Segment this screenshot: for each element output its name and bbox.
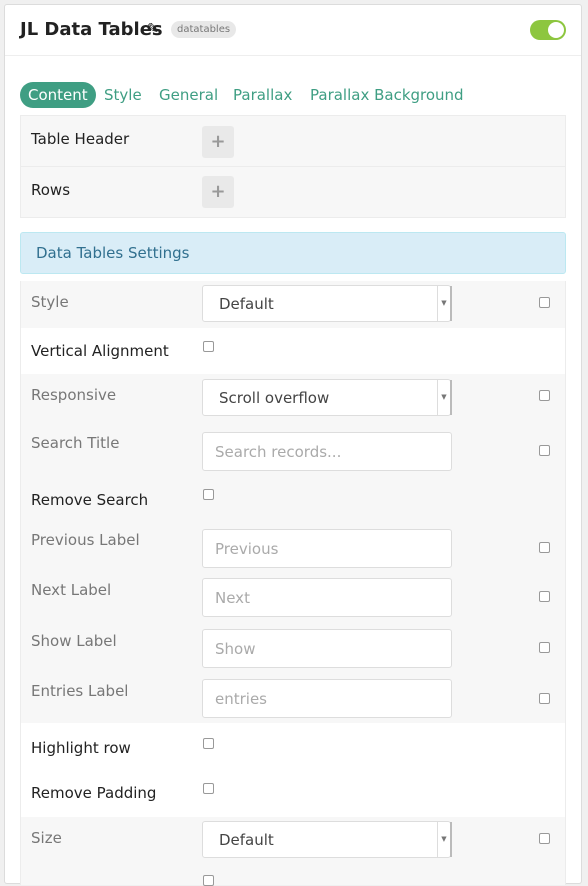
responsive-label: Responsive bbox=[31, 386, 117, 404]
setting-row-previous-label: Previous Label Previous bbox=[20, 521, 566, 570]
remove-padding-label: Remove Padding bbox=[31, 784, 157, 802]
next-label-responsive-checkbox[interactable] bbox=[539, 591, 550, 602]
chevron-down-icon: ▼ bbox=[437, 286, 450, 321]
table-header-row: Table Header + bbox=[20, 115, 566, 167]
search-title-input[interactable]: Search records... bbox=[202, 432, 452, 471]
tab-parallax-background[interactable]: Parallax Background bbox=[310, 82, 464, 108]
vertical-alignment-label: Vertical Alignment bbox=[31, 342, 169, 360]
show-label-input[interactable]: Show bbox=[202, 629, 452, 668]
next-label-placeholder: Next bbox=[215, 589, 250, 607]
responsive-select-value: Scroll overflow bbox=[219, 389, 330, 407]
style-responsive-checkbox[interactable] bbox=[539, 297, 550, 308]
setting-row-remove-padding: Remove Padding bbox=[20, 769, 566, 817]
table-header-label: Table Header bbox=[31, 130, 130, 148]
settings-banner: Data Tables Settings bbox=[20, 232, 566, 274]
entries-label-responsive-checkbox[interactable] bbox=[539, 693, 550, 704]
previous-label-input[interactable]: Previous bbox=[202, 529, 452, 568]
previous-label-placeholder: Previous bbox=[215, 540, 279, 558]
search-title-responsive-checkbox[interactable] bbox=[539, 445, 550, 456]
entries-label-input[interactable]: entries bbox=[202, 679, 452, 718]
tab-content[interactable]: Content bbox=[20, 82, 96, 108]
remove-padding-checkbox[interactable] bbox=[203, 783, 214, 794]
setting-row-search-title: Search Title Search records... bbox=[20, 422, 566, 474]
previous-label-responsive-checkbox[interactable] bbox=[539, 542, 550, 553]
setting-row-partial bbox=[20, 865, 566, 886]
setting-row-show-label: Show Label Show bbox=[20, 621, 566, 671]
setting-row-entries-label: Entries Label entries bbox=[20, 671, 566, 723]
pencil-icon[interactable]: ✎ bbox=[147, 21, 159, 37]
partial-row-checkbox[interactable] bbox=[203, 875, 214, 886]
panel-title: JL Data Tables bbox=[20, 19, 163, 40]
addon-tag-badge: datatables bbox=[171, 21, 237, 38]
entries-label-label: Entries Label bbox=[31, 682, 129, 700]
rows-label: Rows bbox=[31, 181, 71, 199]
panel-header: JL Data Tables ✎ datatables bbox=[5, 5, 581, 56]
highlight-row-checkbox[interactable] bbox=[203, 738, 214, 749]
entries-label-placeholder: entries bbox=[215, 690, 267, 708]
tab-style[interactable]: Style bbox=[104, 82, 142, 108]
size-responsive-checkbox[interactable] bbox=[539, 833, 550, 844]
previous-label-label: Previous Label bbox=[31, 531, 140, 549]
setting-row-remove-search: Remove Search bbox=[20, 474, 566, 521]
addon-settings-panel: JL Data Tables ✎ datatables Content Styl… bbox=[4, 4, 582, 886]
plus-icon[interactable]: + bbox=[202, 176, 234, 208]
toggle-knob bbox=[548, 22, 564, 38]
responsive-select[interactable]: Scroll overflow ▼ bbox=[202, 379, 451, 416]
highlight-row-label: Highlight row bbox=[31, 739, 131, 757]
responsive-device-checkbox[interactable] bbox=[539, 390, 550, 401]
setting-row-responsive: Responsive Scroll overflow ▼ bbox=[20, 374, 566, 422]
show-label-placeholder: Show bbox=[215, 640, 256, 658]
show-label-responsive-checkbox[interactable] bbox=[539, 642, 550, 653]
next-label-label: Next Label bbox=[31, 581, 112, 599]
size-select-value: Default bbox=[219, 831, 274, 849]
size-label: Size bbox=[31, 829, 62, 847]
chevron-down-icon: ▼ bbox=[437, 380, 450, 415]
setting-row-style: Style Default ▼ bbox=[20, 281, 566, 328]
settings-banner-text: Data Tables Settings bbox=[36, 244, 190, 262]
setting-row-size: Size Default ▼ bbox=[20, 817, 566, 865]
enable-toggle[interactable] bbox=[530, 20, 566, 40]
size-select[interactable]: Default ▼ bbox=[202, 821, 451, 858]
plus-icon[interactable]: + bbox=[202, 126, 234, 158]
search-title-label: Search Title bbox=[31, 434, 120, 452]
style-select-value: Default bbox=[219, 295, 274, 313]
show-label-label: Show Label bbox=[31, 632, 117, 650]
rows-row: Rows + bbox=[20, 167, 566, 218]
tab-parallax[interactable]: Parallax bbox=[233, 82, 292, 108]
vertical-alignment-checkbox[interactable] bbox=[203, 341, 214, 352]
remove-search-checkbox[interactable] bbox=[203, 489, 214, 500]
remove-search-label: Remove Search bbox=[31, 491, 149, 509]
style-label: Style bbox=[31, 293, 69, 311]
search-title-placeholder: Search records... bbox=[215, 443, 342, 461]
tab-general[interactable]: General bbox=[159, 82, 218, 108]
setting-row-highlight-row: Highlight row bbox=[20, 723, 566, 769]
next-label-input[interactable]: Next bbox=[202, 578, 452, 617]
setting-row-vertical-alignment: Vertical Alignment bbox=[20, 328, 566, 374]
style-select[interactable]: Default ▼ bbox=[202, 285, 451, 322]
chevron-down-icon: ▼ bbox=[437, 822, 450, 857]
setting-row-next-label: Next Label Next bbox=[20, 570, 566, 621]
